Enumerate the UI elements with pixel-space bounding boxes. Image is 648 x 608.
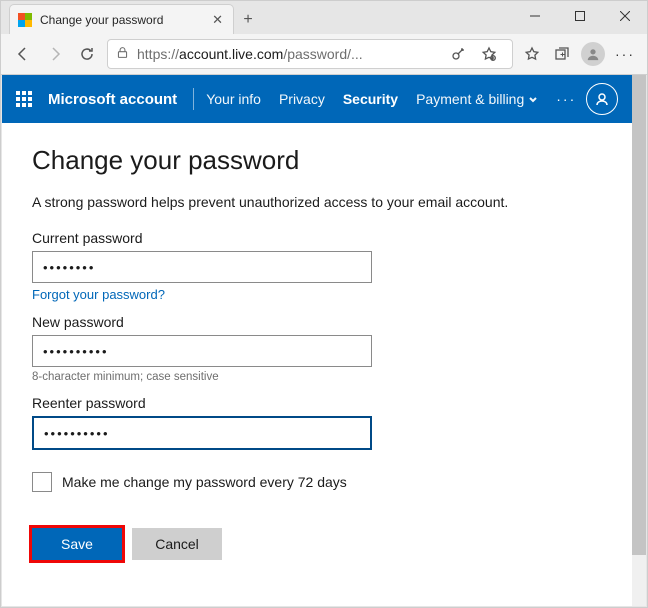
- nav-more[interactable]: ···: [556, 91, 576, 107]
- url-text: https://account.live.com/password/...: [137, 46, 444, 62]
- nav-privacy[interactable]: Privacy: [279, 91, 325, 107]
- periodic-change-label: Make me change my password every 72 days: [62, 474, 347, 490]
- scrollbar[interactable]: [632, 75, 646, 606]
- lock-icon: [116, 46, 129, 62]
- address-bar: https://account.live.com/password/... ··…: [1, 34, 647, 75]
- refresh-button[interactable]: [71, 38, 103, 70]
- nav-your-info[interactable]: Your info: [206, 91, 261, 107]
- new-password-label: New password: [32, 314, 602, 330]
- nav-security[interactable]: Security: [343, 91, 398, 107]
- app-launcher-icon[interactable]: [16, 91, 32, 107]
- header-divider: [193, 88, 194, 110]
- periodic-change-checkbox[interactable]: [32, 472, 52, 492]
- window-maximize-button[interactable]: [557, 1, 602, 31]
- window-controls: [512, 1, 647, 31]
- tab-title: Change your password: [40, 13, 210, 27]
- browser-tab[interactable]: Change your password ✕: [9, 4, 234, 34]
- password-key-icon[interactable]: [444, 46, 474, 62]
- nav-payment[interactable]: Payment & billing: [416, 91, 538, 107]
- ms-account-header: Microsoft account Your info Privacy Secu…: [2, 75, 632, 123]
- brand-label[interactable]: Microsoft account: [48, 91, 177, 108]
- more-menu-button[interactable]: ···: [609, 46, 641, 62]
- account-avatar[interactable]: [586, 83, 618, 115]
- favorites-icon[interactable]: [517, 46, 547, 62]
- new-password-input[interactable]: ••••••••••: [32, 335, 372, 367]
- window-close-button[interactable]: [602, 1, 647, 31]
- microsoft-favicon: [18, 13, 32, 27]
- window-minimize-button[interactable]: [512, 1, 557, 31]
- titlebar: Change your password ✕ +: [1, 1, 647, 34]
- favorite-add-icon[interactable]: [474, 46, 504, 62]
- main-content: Change your password A strong password h…: [2, 123, 632, 582]
- back-button[interactable]: [7, 38, 39, 70]
- profile-avatar[interactable]: [581, 42, 605, 66]
- browser-window: Change your password ✕ + https://account…: [0, 0, 648, 608]
- scrollbar-thumb[interactable]: [632, 75, 646, 555]
- reenter-password-input[interactable]: ••••••••••: [32, 416, 372, 450]
- current-password-label: Current password: [32, 230, 602, 246]
- url-box[interactable]: https://account.live.com/password/...: [107, 39, 513, 69]
- current-password-input[interactable]: ••••••••: [32, 251, 372, 283]
- password-hint: 8-character minimum; case sensitive: [32, 371, 602, 383]
- save-button[interactable]: Save: [32, 528, 122, 560]
- tab-close-icon[interactable]: ✕: [210, 12, 225, 28]
- forgot-password-link[interactable]: Forgot your password?: [32, 287, 165, 302]
- reenter-password-label: Reenter password: [32, 395, 602, 411]
- forward-button[interactable]: [39, 38, 71, 70]
- chevron-down-icon: [528, 95, 538, 105]
- cancel-button[interactable]: Cancel: [132, 528, 222, 560]
- page-title: Change your password: [32, 145, 602, 176]
- collections-icon[interactable]: [547, 46, 577, 62]
- page-subtitle: A strong password helps prevent unauthor…: [32, 194, 602, 210]
- new-tab-button[interactable]: +: [234, 6, 262, 34]
